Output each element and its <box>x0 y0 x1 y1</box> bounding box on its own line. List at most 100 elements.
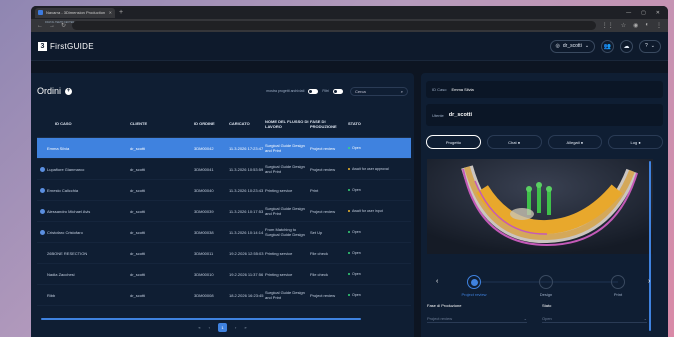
tab-project-label: Progetto <box>445 139 461 145</box>
browser-toolbar-icons: ⋮⋮ ☆ ◉ ◐ ⋮ <box>602 22 662 29</box>
row-indicator <box>37 187 47 193</box>
col-header-uploaded[interactable]: CARICATO <box>229 121 265 126</box>
stepper-prev-button[interactable]: ‹ <box>436 278 438 285</box>
cell-status: Open <box>348 188 411 192</box>
upload-button[interactable]: ☁ <box>620 39 634 53</box>
add-order-button[interactable]: + <box>65 87 73 95</box>
cell-case-id: Cristofaro Cristofaro <box>47 229 83 235</box>
cell-status: Open <box>348 251 411 255</box>
step-project-review[interactable] <box>467 275 481 289</box>
search-input[interactable]: Cerca ⌕ <box>350 86 408 96</box>
cell-client: dr_scotti <box>130 166 146 172</box>
phase-select[interactable]: Project review ⌄ <box>427 314 527 323</box>
users-button[interactable]: 👥 <box>601 39 615 53</box>
cell-phase: File check <box>310 250 329 256</box>
tab-project[interactable]: Progetto <box>426 135 481 149</box>
cell-workflow: Surgical Guide Design and Print <box>265 290 305 300</box>
close-window-button[interactable]: ✕ <box>656 10 660 16</box>
cell-order-id: 3DM00010 <box>194 271 214 277</box>
maximize-button[interactable]: ▢ <box>641 10 646 16</box>
users-icon: 👥 <box>603 43 612 50</box>
dental-3d-preview[interactable] <box>427 159 653 254</box>
col-header-client[interactable]: CLIENTE <box>130 121 194 126</box>
tab-chat-label: Chat <box>508 139 517 145</box>
stepper-next-button[interactable]: › <box>648 278 650 285</box>
table-row[interactable]: 26BONE RESECTION dr_scotti 3DM00011 19.2.20… <box>37 243 411 264</box>
back-icon[interactable]: ← <box>37 23 43 29</box>
cell-workflow: Surgical Guide Design and Print <box>265 143 305 153</box>
user-menu-button[interactable]: ◎ dr_scotti ⌄ <box>549 39 596 53</box>
tab-log[interactable]: Log ● <box>608 135 663 149</box>
user-card: Utente dr_scotti <box>426 104 663 126</box>
table-row[interactable]: Lupafiore Gianmarco dr_scotti 3DM00041 11.3… <box>37 159 411 180</box>
table-row[interactable]: Ribb dr_scotti 3DM00008 18.2.2026 16:23:45 S… <box>37 285 411 306</box>
filter-toggle[interactable] <box>333 88 343 94</box>
table-row[interactable]: Nadia Zacchesi dr_scotti 3DM00010 19.2.2026… <box>37 264 411 285</box>
prev-page-button[interactable]: ‹ <box>209 325 210 330</box>
filter-toggle-label: Filtri <box>322 89 329 93</box>
archived-toggle[interactable] <box>308 88 319 94</box>
extension-icon[interactable]: ◉ <box>633 22 638 29</box>
browser-tab[interactable]: Navarra - 3Dimension Production ✕ <box>35 7 115 18</box>
extensions-icon[interactable]: ⋮⋮ <box>602 22 614 29</box>
status-text: Open <box>352 230 361 234</box>
row-indicator <box>37 166 47 172</box>
first-page-button[interactable]: « <box>198 325 200 330</box>
help-icon: ? <box>645 43 648 49</box>
cell-uploaded: 18.2.2026 16:23:45 <box>229 292 264 298</box>
url-field[interactable] <box>72 21 596 30</box>
bookmark-star-icon[interactable]: ☆ <box>621 22 626 29</box>
chevron-down-icon: ⌄ <box>584 43 590 49</box>
unread-dot-icon <box>39 187 45 193</box>
cell-order-id: 3DM00042 <box>194 145 214 151</box>
horizontal-scrollbar[interactable] <box>41 318 361 320</box>
help-button[interactable]: ? ⌄ <box>639 39 661 53</box>
cell-phase: File check <box>310 271 329 277</box>
col-header-order-id[interactable]: ID ORDINE <box>194 121 229 126</box>
status-dot-icon <box>348 294 350 296</box>
cell-uploaded: 11.3.2026 10:53:59 <box>229 166 264 172</box>
menu-icon[interactable]: ⋮ <box>656 22 662 29</box>
table-row[interactable]: Emma Silvia dr_scotti 3DM00042 11.3.2026 17… <box>37 138 411 159</box>
production-stepper: ‹ › Project review Design Print <box>436 273 656 297</box>
tab-attachments[interactable]: Allegati ● <box>547 135 603 149</box>
table-row[interactable]: Alessandro Michael Avis dr_scotti 3DM00039… <box>37 201 411 222</box>
app-logo[interactable]: 3 FirstGUIDE <box>38 41 94 51</box>
cell-client: dr_scotti <box>130 271 146 277</box>
app-header: 3 FirstGUIDE DIGITAL TEETH CENTER ◎ dr_s… <box>31 21 668 61</box>
profile-icon[interactable]: ◐ <box>645 22 649 29</box>
detail-panel: ID Caso Emma Silvia Utente dr_scotti Pro… <box>421 73 668 337</box>
state-field: Stato Open ⌄ <box>542 303 657 323</box>
cloud-upload-icon: ☁ <box>623 43 630 50</box>
step-design[interactable] <box>539 275 553 289</box>
orders-header: Ordini + mostra progetti archiviati Filt… <box>31 73 414 109</box>
state-select[interactable]: Open ⌄ <box>542 314 647 323</box>
tab-chat[interactable]: Chat ● <box>486 135 542 149</box>
tab-log-label: Log <box>630 139 638 145</box>
table-row[interactable]: Ernesto Calicchia dr_scotti 3DM00040 11.3.2… <box>37 180 411 201</box>
close-tab-icon[interactable]: ✕ <box>109 10 112 15</box>
cell-client: dr_scotti <box>130 250 146 256</box>
favicon-icon <box>38 10 43 15</box>
status-dot-icon <box>348 273 350 275</box>
logo-mark: 3 <box>38 41 47 51</box>
table-body: Emma Silvia dr_scotti 3DM00042 11.3.2026 17… <box>37 138 411 306</box>
cell-case-id: 26BONE RESECTION <box>47 250 88 256</box>
current-page-button[interactable]: 1 <box>218 323 227 332</box>
user-name: dr_scotti <box>562 43 582 49</box>
next-page-button[interactable]: › <box>235 325 236 330</box>
orders-title-text: Ordini <box>37 86 62 96</box>
cell-phase: Project review <box>310 145 336 151</box>
cell-uploaded: 19.2.2026 11:37:56 <box>229 271 264 277</box>
col-header-case-id[interactable]: ID CASO <box>47 121 130 126</box>
table-row[interactable]: Cristofaro Cristofaro dr_scotti 3DM00038 11… <box>37 222 411 243</box>
phase-label: Fase di Produzione <box>427 303 462 308</box>
status-dot-icon <box>348 147 350 149</box>
last-page-button[interactable]: » <box>244 325 246 330</box>
search-placeholder: Cerca <box>355 88 366 94</box>
chevron-down-icon: ⌄ <box>523 315 527 321</box>
new-tab-button[interactable]: + <box>119 9 123 16</box>
step-print[interactable] <box>611 275 625 289</box>
minimize-button[interactable]: — <box>626 10 631 16</box>
step-label-design: Design <box>539 292 553 297</box>
